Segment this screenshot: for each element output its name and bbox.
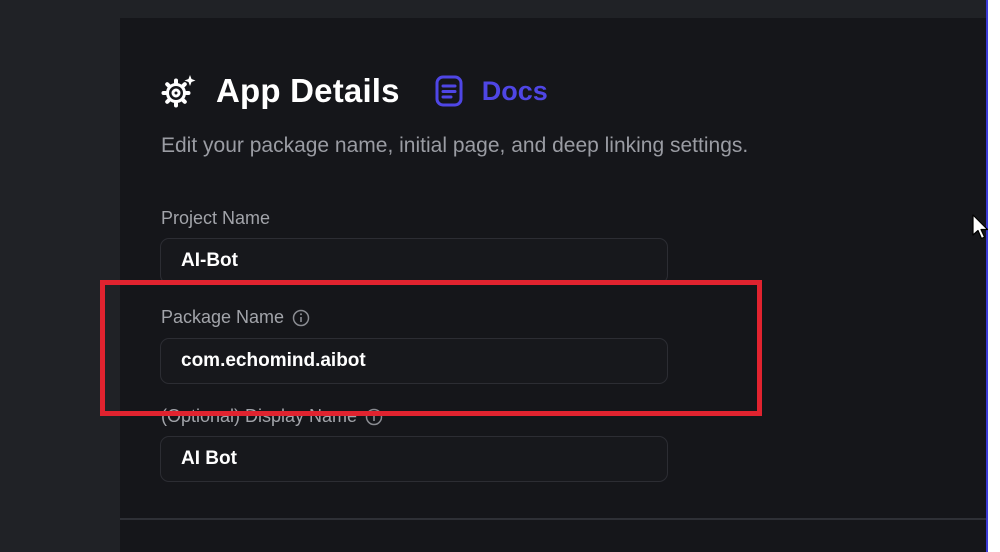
document-icon [434,75,464,107]
page-subtitle: Edit your package name, initial page, an… [161,134,749,157]
window-edge [986,0,1000,552]
mouse-pointer-icon [972,214,990,240]
project-name-label-text: Project Name [161,208,271,228]
highlight-annotation [100,280,762,416]
gear-icon [160,72,198,110]
docs-label: Docs [481,75,548,106]
section-divider [120,518,986,520]
display-name-value: AI Bot [181,448,237,469]
page-title: App Details [216,72,400,109]
project-name-label: Project Name [161,208,270,229]
project-name-input[interactable]: AI-Bot [160,238,668,284]
docs-link[interactable]: Docs [434,75,548,107]
project-name-value: AI-Bot [181,250,238,271]
window-border [986,0,988,552]
display-name-input[interactable]: AI Bot [160,436,668,482]
page-header: App Details Docs [160,68,548,114]
